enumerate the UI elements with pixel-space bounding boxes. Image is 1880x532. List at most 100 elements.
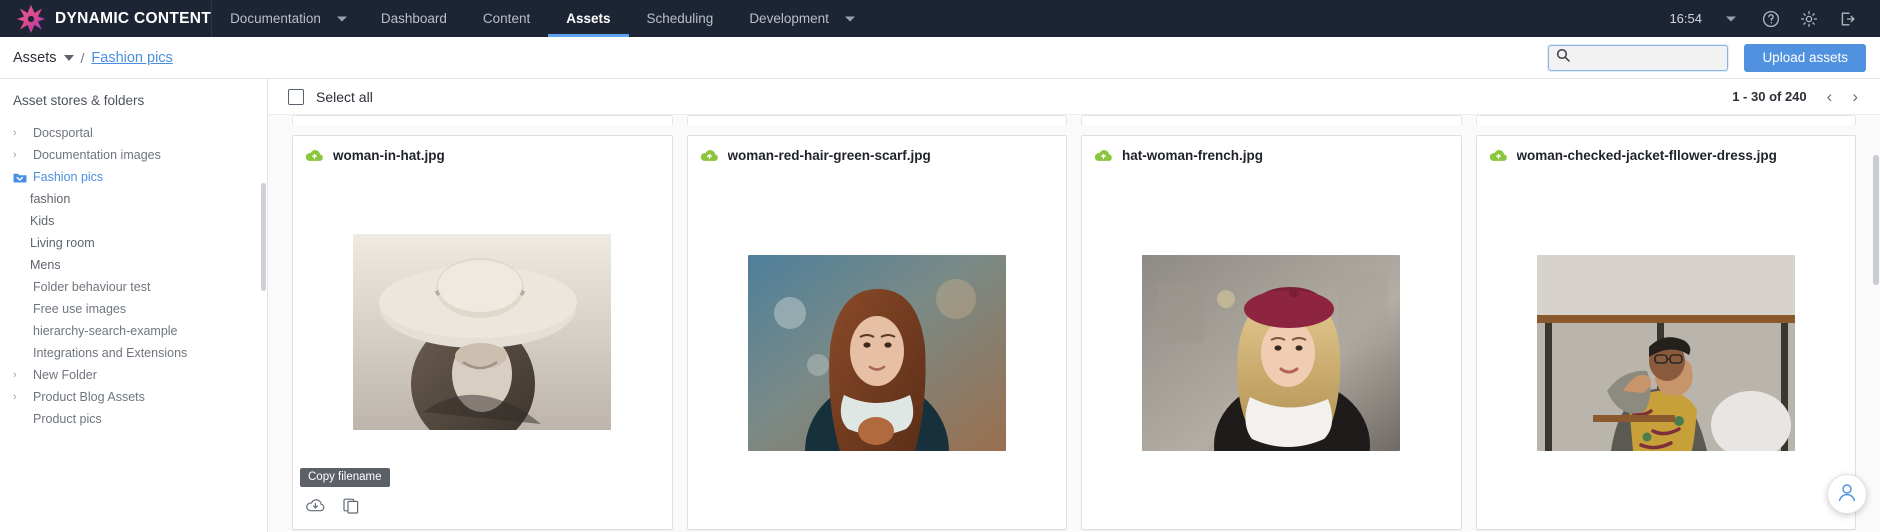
- sidebar-item-fashion[interactable]: fashion: [0, 188, 267, 210]
- asset-card-peek[interactable]: [292, 115, 673, 125]
- sidebar-item-docsportal[interactable]: › Docsportal: [0, 122, 267, 144]
- pagination-next-button[interactable]: ›: [1852, 88, 1858, 105]
- sidebar-heading: Asset stores & folders: [13, 93, 145, 108]
- sidebar-item-product-blog-assets[interactable]: › Product Blog Assets: [0, 386, 267, 408]
- chevron-right-icon: ›: [13, 390, 17, 403]
- asset-grid: woman-in-hat.jpg Copy filename woman-red…: [292, 135, 1856, 530]
- asset-thumbnail-wrap: [688, 163, 1067, 529]
- asset-card[interactable]: woman-checked-jacket-fllower-dress.jpg: [1475, 135, 1856, 530]
- search-box[interactable]: [1548, 44, 1729, 71]
- nav-item-documentation[interactable]: Documentation: [212, 0, 363, 37]
- breadcrumb-dropdown-icon[interactable]: [63, 54, 74, 61]
- asset-thumbnail-wrap: [1477, 163, 1856, 529]
- account-menu-button[interactable]: [1708, 0, 1752, 37]
- asset-card-header: woman-in-hat.jpg: [293, 136, 672, 163]
- assistant-icon: [1836, 481, 1858, 508]
- folder-open-icon: [13, 172, 27, 183]
- cloud-upload-icon: [1094, 149, 1113, 163]
- sidebar-item-documentation-images[interactable]: › Documentation images: [0, 144, 267, 166]
- sidebar-item-product-pics[interactable]: Product pics: [0, 408, 267, 430]
- asset-filename: woman-checked-jacket-fllower-dress.jpg: [1516, 148, 1777, 163]
- sidebar-item-label: fashion: [30, 192, 71, 206]
- brand-logo-group[interactable]: DYNAMIC CONTENT: [0, 0, 211, 37]
- nav-item-scheduling[interactable]: Scheduling: [629, 0, 732, 37]
- sidebar-item-mens[interactable]: Mens: [0, 254, 267, 276]
- sidebar-item-kids[interactable]: Kids: [0, 210, 267, 232]
- sidebar-item-folder-behaviour-test[interactable]: Folder behaviour test: [0, 276, 267, 298]
- content-scrollbar[interactable]: [1873, 155, 1879, 285]
- cloud-upload-icon: [305, 149, 324, 163]
- sidebar-item-new-folder[interactable]: › New Folder: [0, 364, 267, 386]
- asset-thumbnail[interactable]: [353, 234, 612, 430]
- upload-assets-button[interactable]: Upload assets: [1744, 43, 1866, 72]
- breadcrumb-root[interactable]: Assets: [13, 50, 57, 66]
- sidebar-item-label: Integrations and Extensions: [33, 346, 188, 360]
- sidebar-item-label: Folder behaviour test: [33, 280, 151, 294]
- sidebar-scrollbar[interactable]: [261, 183, 266, 291]
- breadcrumb-current-folder[interactable]: Fashion pics: [91, 50, 172, 66]
- page-body: Asset stores & folders › Docsportal › Do…: [0, 79, 1880, 532]
- nav-item-development[interactable]: Development: [731, 0, 871, 37]
- sidebar-item-label: hierarchy-search-example: [33, 324, 178, 338]
- clock-display: 16:54: [1669, 11, 1702, 26]
- sidebar-item-hierarchy-search-example[interactable]: hierarchy-search-example: [0, 320, 267, 342]
- nav-label: Scheduling: [646, 11, 714, 26]
- nav-item-content[interactable]: Content: [465, 0, 548, 37]
- sidebar-item-integrations-and-extensions[interactable]: Integrations and Extensions: [0, 342, 267, 364]
- asset-grid-scroll-area: woman-in-hat.jpg Copy filename woman-red…: [268, 115, 1880, 532]
- asset-card-header: woman-red-hair-green-scarf.jpg: [688, 136, 1067, 163]
- select-all-checkbox[interactable]: [288, 88, 304, 105]
- search-input[interactable]: [1577, 50, 1721, 65]
- sidebar-item-label: Living room: [30, 236, 95, 250]
- top-navigation-bar: DYNAMIC CONTENT Documentation Dashboard …: [0, 0, 1880, 37]
- asset-grid-toolbar: Select all 1 - 30 of 240 ‹ ›: [268, 79, 1880, 115]
- nav-item-dashboard[interactable]: Dashboard: [363, 0, 465, 37]
- chevron-right-icon: ›: [13, 126, 17, 139]
- asset-card[interactable]: hat-woman-french.jpg: [1081, 135, 1462, 530]
- asset-card[interactable]: woman-in-hat.jpg Copy filename: [292, 135, 673, 530]
- assistant-fab-button[interactable]: [1827, 474, 1867, 514]
- cloud-upload-icon: [1489, 149, 1508, 163]
- logout-button[interactable]: [1828, 0, 1866, 37]
- asset-folder-sidebar: Asset stores & folders › Docsportal › Do…: [0, 79, 268, 532]
- select-all-label: Select all: [316, 88, 373, 105]
- sidebar-item-free-use-images[interactable]: Free use images: [0, 298, 267, 320]
- previous-row-peek: [292, 115, 1856, 125]
- nav-label: Development: [749, 11, 829, 26]
- gear-icon: [1800, 10, 1818, 28]
- pagination: 1 - 30 of 240 ‹ ›: [1732, 88, 1858, 105]
- sidebar-item-label: Docsportal: [33, 126, 93, 140]
- nav-label: Documentation: [230, 11, 321, 26]
- asset-card-peek[interactable]: [1475, 115, 1856, 125]
- pagination-prev-button[interactable]: ‹: [1827, 88, 1833, 105]
- copy-filename-icon[interactable]: [343, 498, 359, 519]
- sidebar-item-label: New Folder: [33, 368, 97, 382]
- asset-thumbnail[interactable]: [1142, 255, 1401, 451]
- asset-card-peek[interactable]: [1081, 115, 1462, 125]
- toolbar-actions: Upload assets: [1548, 43, 1880, 72]
- logout-icon: [1838, 10, 1856, 28]
- nav-item-assets[interactable]: Assets: [548, 0, 629, 37]
- top-nav-right-group: 16:54: [1669, 0, 1880, 37]
- chevron-right-icon: ›: [13, 368, 17, 381]
- sidebar-item-label: Product pics: [33, 412, 102, 426]
- pagination-range: 1 - 30 of 240: [1732, 89, 1807, 104]
- sidebar-item-fashion-pics[interactable]: Fashion pics: [0, 166, 267, 188]
- cloud-download-icon[interactable]: [306, 498, 325, 518]
- asset-card[interactable]: woman-red-hair-green-scarf.jpg: [686, 135, 1067, 530]
- asset-thumbnail[interactable]: [1536, 255, 1795, 451]
- breadcrumb: Assets / Fashion pics: [0, 50, 173, 66]
- asset-filename: hat-woman-french.jpg: [1122, 148, 1263, 163]
- chevron-down-icon: [1726, 16, 1736, 21]
- nav-label: Dashboard: [380, 11, 447, 26]
- cloud-upload-icon: [700, 149, 719, 163]
- sidebar-item-label: Free use images: [33, 302, 127, 316]
- sidebar-item-living-room[interactable]: Living room: [0, 232, 267, 254]
- asset-thumbnail[interactable]: [747, 255, 1006, 451]
- starburst-logo-icon: [16, 4, 46, 34]
- settings-button[interactable]: [1790, 0, 1828, 37]
- help-button[interactable]: [1752, 0, 1790, 37]
- asset-card-header: hat-woman-french.jpg: [1082, 136, 1461, 163]
- sidebar-item-label: Fashion pics: [33, 170, 104, 184]
- asset-card-peek[interactable]: [686, 115, 1067, 125]
